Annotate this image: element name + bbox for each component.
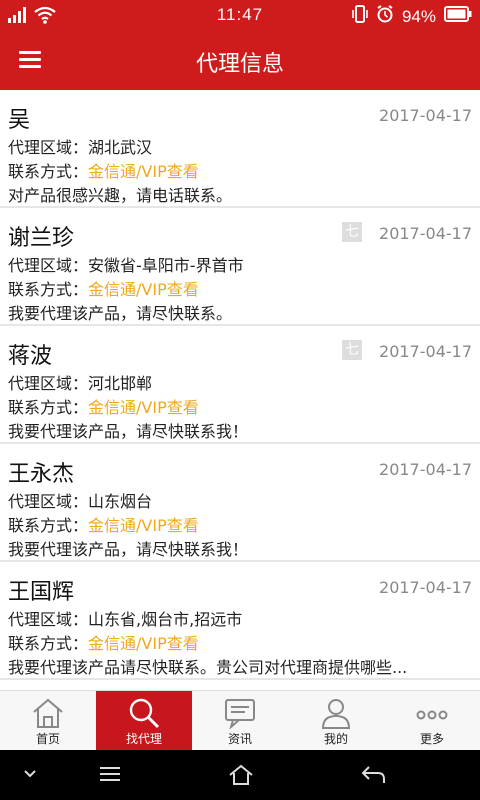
item-date: 2017-04-17 [379,460,472,479]
region-line: 代理区域：山东省,烟台市,招远市 [8,606,242,630]
contact-label: 联系方式： [8,634,89,653]
list-item[interactable]: 蒋波 七 2017-04-17 代理区域：河北邯郸 联系方式：金信通/VIP查看… [0,326,480,444]
contact-line: 联系方式：金信通/VIP查看 [8,394,199,418]
badge-icon: 七 [342,340,362,360]
region-label: 代理区域： [8,610,89,629]
message-text: 对产品很感兴趣，请电话联系。 [8,186,233,205]
contact-label: 联系方式： [8,398,89,417]
back-icon[interactable] [360,764,386,790]
region-value: 湖北武汉 [88,138,153,157]
home-icon [31,697,65,732]
contact-vip-link[interactable]: 金信通/VIP查看 [88,398,199,417]
region-line: 代理区域：河北邯郸 [8,370,152,394]
item-date: 2017-04-17 [379,106,472,125]
tab-label: 我的 [323,732,348,746]
bottom-tab-bar: 首页 找代理 资讯 我的 更多 [0,690,480,751]
list-item[interactable]: 吴 2017-04-17 代理区域：湖北武汉 联系方式：金信通/VIP查看 对产… [0,90,480,208]
region-label: 代理区域： [8,492,89,511]
message-text: 我要代理该产品，请尽快联系我！ [8,540,249,559]
home-nav-icon[interactable] [228,764,254,790]
item-date: 2017-04-17 [379,578,472,597]
tab-label: 找代理 [125,732,162,746]
agent-name: 谢兰珍 [8,226,75,251]
page-title: 代理信息 [195,52,284,77]
region-line: 代理区域：湖北武汉 [8,134,152,158]
region-value: 山东烟台 [88,492,153,511]
region-label: 代理区域： [8,374,89,393]
tab-label: 更多 [419,732,444,746]
region-value: 河北邯郸 [88,374,153,393]
contact-vip-link[interactable]: 金信通/VIP查看 [88,162,199,181]
search-icon [127,697,161,732]
message-text: 我要代理该产品请尽快联系。贵公司对代理商提供哪些... [8,658,408,677]
tab-find-agent[interactable]: 找代理 [96,691,192,751]
battery-percent: 94% [401,6,436,26]
tab-home[interactable]: 首页 [0,691,96,751]
tab-label: 资讯 [227,732,252,746]
list-item[interactable]: 王永杰 2017-04-17 代理区域：山东烟台 联系方式：金信通/VIP查看 … [0,444,480,562]
contact-vip-link[interactable]: 金信通/VIP查看 [88,634,199,653]
recent-apps-icon[interactable] [98,764,122,788]
message-text: 我要代理该产品，请尽快联系我！ [8,422,249,441]
contact-label: 联系方式： [8,162,89,181]
user-icon [319,697,353,732]
contact-label: 联系方式： [8,280,89,299]
chevron-down-icon[interactable] [22,764,38,788]
system-nav-bar [0,750,480,800]
app-header: 代理信息 [0,32,480,90]
vibrate-icon [352,5,368,28]
tab-label: 首页 [35,732,60,746]
region-label: 代理区域： [8,138,89,157]
badge-icon: 七 [342,222,362,242]
message-text: 我要代理该产品，请尽快联系。 [8,304,233,323]
contact-vip-link[interactable]: 金信通/VIP查看 [88,516,199,535]
contact-vip-link[interactable]: 金信通/VIP查看 [88,280,199,299]
region-value: 安徽省-阜阳市-界首市 [88,256,244,275]
contact-line: 联系方式：金信通/VIP查看 [8,158,199,182]
list-item[interactable]: 王国辉 2017-04-17 代理区域：山东省,烟台市,招远市 联系方式：金信通… [0,562,480,680]
contact-line: 联系方式：金信通/VIP查看 [8,276,199,300]
agent-name: 吴 [8,108,31,133]
agent-name: 王国辉 [8,580,75,605]
status-bar: 11:47 94% [0,0,480,32]
region-line: 代理区域：安徽省-阜阳市-界首市 [8,252,244,276]
contact-label: 联系方式： [8,516,89,535]
battery-icon [444,6,472,27]
region-value: 山东省,烟台市,招远市 [88,610,243,629]
agent-name: 蒋波 [8,344,53,369]
tab-mine[interactable]: 我的 [288,691,384,751]
region-line: 代理区域：山东烟台 [8,488,152,512]
agent-name: 王永杰 [8,462,75,487]
list-item[interactable]: 谢兰珍 七 2017-04-17 代理区域：安徽省-阜阳市-界首市 联系方式：金… [0,208,480,326]
tab-more[interactable]: 更多 [384,691,480,751]
region-label: 代理区域： [8,256,89,275]
contact-line: 联系方式：金信通/VIP查看 [8,512,199,536]
item-date: 2017-04-17 [379,224,472,243]
contact-line: 联系方式：金信通/VIP查看 [8,630,199,654]
news-chat-icon [223,697,257,732]
tab-news[interactable]: 资讯 [192,691,288,751]
item-date: 2017-04-17 [379,342,472,361]
agent-list[interactable]: 吴 2017-04-17 代理区域：湖北武汉 联系方式：金信通/VIP查看 对产… [0,90,480,690]
alarm-icon [376,5,394,28]
more-dots-icon [415,697,449,732]
status-right: 94% [352,5,472,28]
